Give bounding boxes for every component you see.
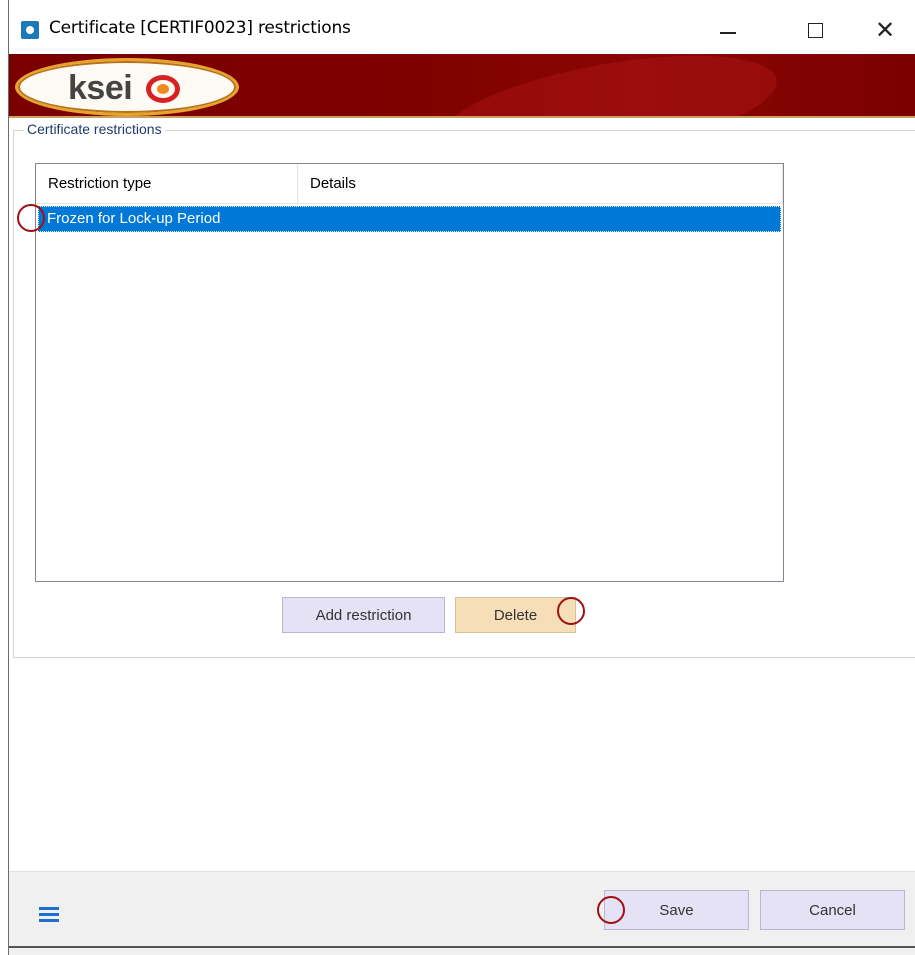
restrictions-list[interactable]: Restriction type Details Frozen for Lock… <box>35 163 784 582</box>
banner-swoosh <box>433 54 785 116</box>
minimize-button[interactable] <box>704 12 752 48</box>
logo-text: ksei <box>68 69 133 107</box>
close-button[interactable]: ✕ <box>861 12 909 48</box>
maximize-button[interactable] <box>791 12 839 48</box>
column-header-restriction-type[interactable]: Restriction type <box>36 164 298 204</box>
add-restriction-button[interactable]: Add restriction <box>282 597 445 633</box>
minimize-icon <box>720 32 736 34</box>
column-header-details[interactable]: Details <box>298 164 783 204</box>
app-icon <box>21 21 39 39</box>
ksei-logo-mark-icon <box>146 75 180 103</box>
list-row[interactable]: Frozen for Lock-up Period <box>38 206 781 232</box>
cancel-button[interactable]: Cancel <box>760 890 905 930</box>
bottom-border <box>9 946 915 948</box>
maximize-icon <box>807 22 823 38</box>
dialog-window: Certificate [CERTIF0023] restrictions ✕ … <box>8 0 915 955</box>
annotation-circle-delete <box>557 597 585 625</box>
title-bar: Certificate [CERTIF0023] restrictions ✕ <box>9 0 915 54</box>
hamburger-menu-icon[interactable] <box>39 907 59 922</box>
list-header: Restriction type Details <box>36 164 783 204</box>
footer-bar: Save Cancel <box>9 871 915 955</box>
close-icon: ✕ <box>874 16 896 44</box>
row-restriction-type: Frozen for Lock-up Period <box>47 210 221 227</box>
group-legend: Certificate restrictions <box>24 121 165 137</box>
annotation-circle-save <box>597 896 625 924</box>
window-title: Certificate [CERTIF0023] restrictions <box>49 18 351 38</box>
save-button[interactable]: Save <box>604 890 749 930</box>
annotation-circle-row <box>17 204 45 232</box>
ksei-logo: ksei <box>15 58 239 116</box>
ksei-banner: ksei <box>9 54 915 118</box>
